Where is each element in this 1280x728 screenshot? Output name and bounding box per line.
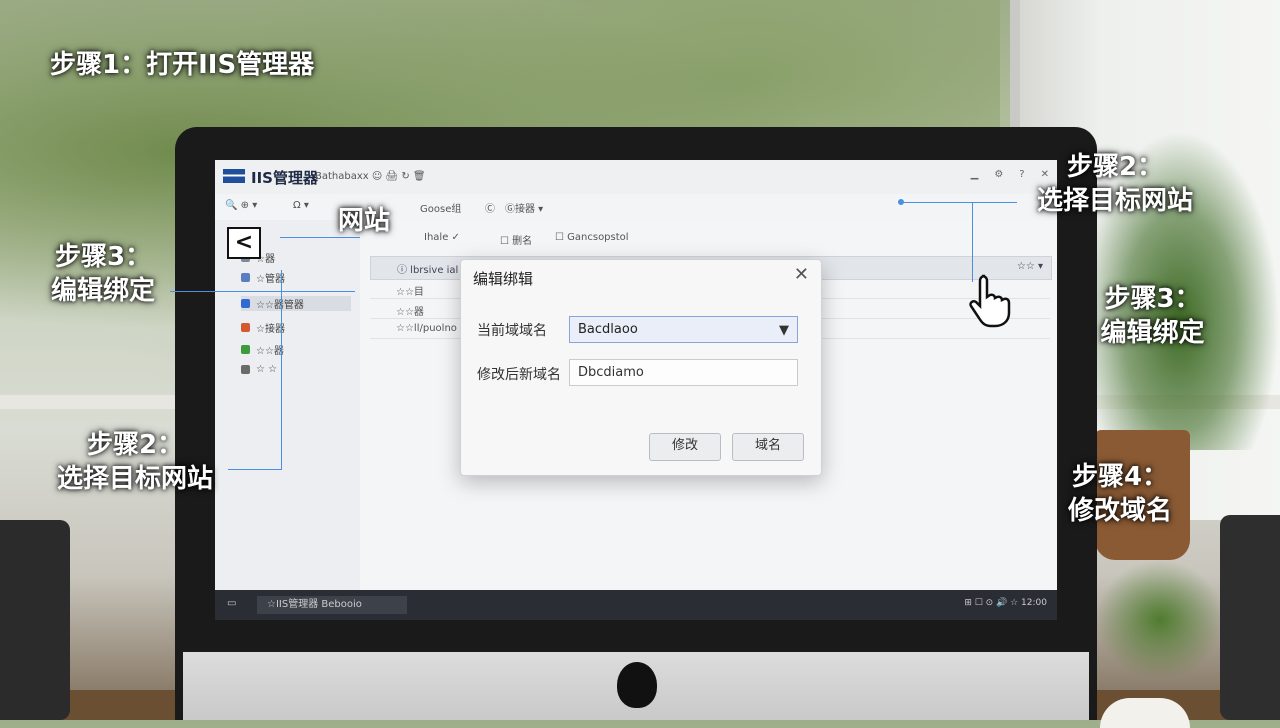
site-icon [241, 365, 250, 374]
speaker-right [1220, 515, 1280, 720]
callout-line [170, 291, 355, 292]
close-icon[interactable]: ✕ [794, 264, 809, 285]
grid-dropdown[interactable]: ☆☆ ▾ [1017, 261, 1043, 272]
coffee-cup [1100, 698, 1190, 728]
toolbar-connect[interactable]: Ⓖ接器 ▾ [505, 200, 543, 215]
connections-tree: ☆器 ☆管器 ☆☆器管器 ☆接器 ☆☆器 ☆ ☆ [215, 220, 361, 600]
taskbar-iis-item[interactable]: ☆IIS管理器 Bebooio [257, 596, 407, 614]
toolbar-item[interactable]: Ⓒ [485, 200, 495, 215]
site-icon [241, 323, 250, 332]
filter-row: Ihale ✓ ☐ 删名 ☐ Gancsopstol [360, 228, 1057, 250]
filter-field[interactable]: Ihale ✓ [424, 232, 460, 243]
app-subtitle: Bathabaxx ☺ 🖨 ↻ 🗑 [315, 171, 426, 182]
start-icon[interactable]: ▭ [227, 598, 236, 609]
system-tray: ⊞ ☐ ⊙ 🔊 ☆ 12:00 [964, 598, 1047, 608]
toolbar-nav[interactable]: 🔍 ⊕ ▾ [225, 200, 257, 211]
title-bar: IIS管理器 Bathabaxx ☺ 🖨 ↻ 🗑 ▁ ⚙ ? ✕ [215, 160, 1057, 195]
current-domain-value: Bacdlaoo [578, 322, 638, 337]
tree-item[interactable]: ☆☆器 [241, 342, 284, 357]
filter-checkbox[interactable]: ☐ Gancsopstol [555, 232, 629, 243]
filter-checkbox[interactable]: ☐ 删名 [500, 232, 532, 247]
new-domain-label: 修改后新域名 [477, 367, 561, 383]
hand-pointer-icon [969, 274, 1011, 328]
settings-icon[interactable]: ⚙ [994, 169, 1003, 180]
toolbar-group[interactable]: Goose组 [420, 200, 461, 215]
sites-annotation: 网站 [338, 206, 391, 236]
chevron-down-icon: ▼ [779, 323, 789, 338]
callout-dot [898, 199, 904, 205]
modify-button[interactable]: 修改 [649, 433, 721, 461]
step2-right-annotation: 步骤2： 选择目标网站 [1036, 152, 1193, 216]
callout-line [228, 469, 282, 470]
tree-item-selected[interactable]: ☆☆器管器 [241, 296, 351, 311]
site-icon [241, 345, 250, 354]
iis-logo-icon [223, 169, 245, 183]
folder-icon [241, 273, 250, 282]
step4-annotation: 步骤4： 修改域名 [1067, 462, 1172, 526]
taskbar: ▭ ☆IIS管理器 Bebooio ⊞ ☐ ⊙ 🔊 ☆ 12:00 [215, 590, 1057, 620]
current-domain-label: 当前域域名 [477, 323, 547, 339]
step3-left-annotation: 步骤3： 编辑绑定 [50, 242, 155, 306]
site-icon [241, 299, 250, 308]
minimize-icon[interactable]: ▁ [971, 169, 979, 180]
step1-annotation: 步骤1：打开IIS管理器 [50, 50, 315, 80]
small-plant [1095, 560, 1225, 680]
tree-item[interactable]: ☆ ☆ [241, 364, 277, 375]
callout-line [972, 202, 973, 282]
new-domain-input[interactable]: Dbcdiamo [569, 359, 798, 386]
current-domain-select[interactable]: Bacdlaoo ▼ [569, 316, 798, 343]
edit-binding-dialog: 编辑绑辑 ✕ 当前域域名 Bacdlaoo ▼ 修改后新域名 Dbcdiamo … [460, 259, 822, 476]
dialog-title: 编辑绑辑 [473, 270, 534, 288]
toolbar-view[interactable]: Ω ▾ [293, 200, 309, 211]
domain-button[interactable]: 域名 [732, 433, 804, 461]
back-arrow-icon[interactable]: < [227, 227, 261, 259]
step3-right-annotation: 步骤3： 编辑绑定 [1100, 284, 1205, 348]
callout-line [902, 202, 1017, 203]
callout-line [281, 270, 282, 470]
tree-item[interactable]: ☆接器 [241, 320, 285, 335]
apple-logo-icon [617, 662, 657, 708]
step2-left-annotation: 步骤2： 选择目标网站 [56, 430, 213, 494]
tree-item[interactable]: ☆管器 [241, 270, 285, 285]
app-title: IIS管理器 [251, 169, 318, 187]
speaker-left [0, 520, 70, 720]
